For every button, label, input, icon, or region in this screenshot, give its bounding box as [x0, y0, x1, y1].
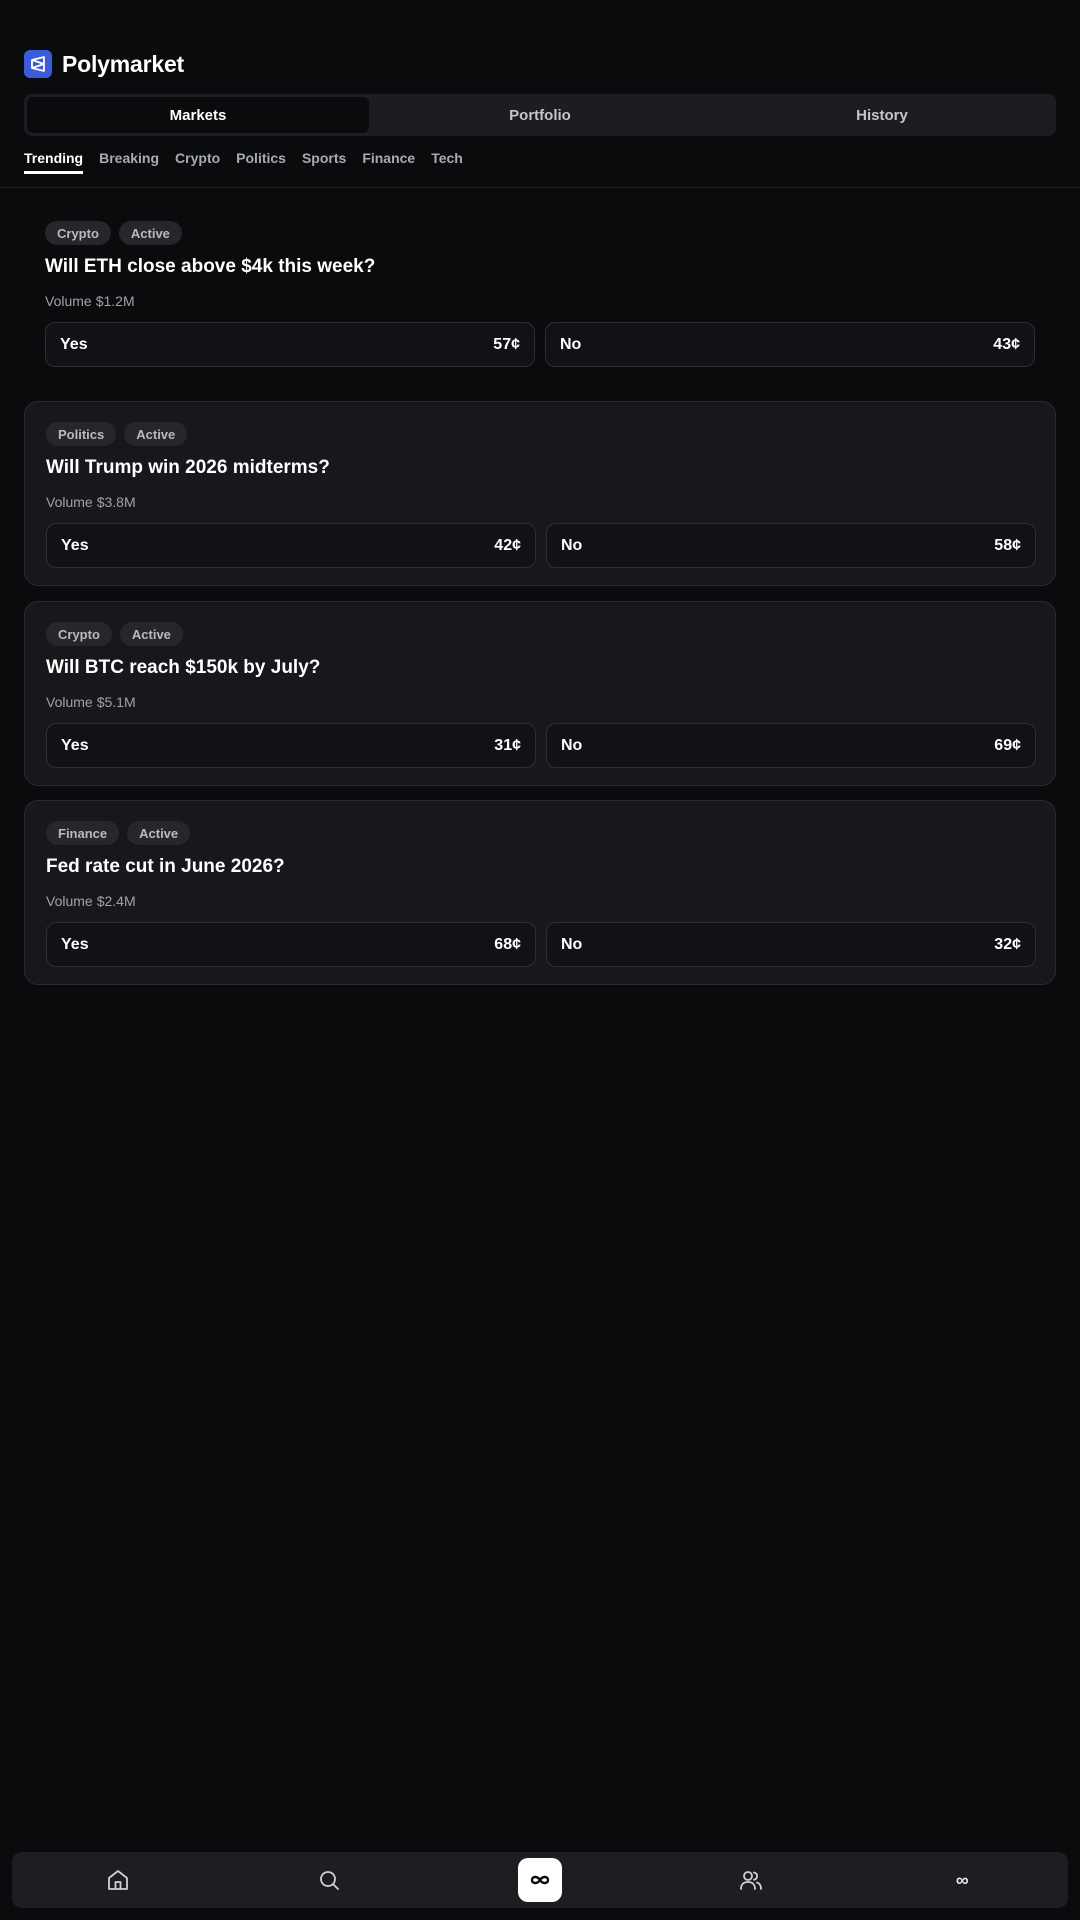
market-outcomes: Yes 57¢ No 43¢ [45, 322, 1035, 367]
market-title: Will Trump win 2026 midterms? [46, 457, 330, 478]
volume-label: Volume [46, 893, 93, 909]
outcome-price: 57¢ [493, 335, 520, 353]
status-badge: Active [119, 622, 183, 646]
outcome-label: Yes [61, 536, 89, 554]
tab-markets[interactable]: Markets [27, 97, 369, 133]
header-divider [0, 187, 1080, 188]
volume-value: $2.4M [96, 893, 136, 909]
outcome-price: 32¢ [994, 935, 1021, 953]
bottom-nav: ∞ [12, 1852, 1068, 1908]
no-button[interactable]: No 43¢ [545, 322, 1035, 367]
category-crypto[interactable]: Crypto [175, 150, 220, 174]
yes-button[interactable]: Yes 31¢ [46, 723, 536, 768]
outcome-price: 58¢ [994, 536, 1021, 554]
market-volume: Volume $1.2M [45, 293, 135, 309]
market-card[interactable]: Crypto Active Will BTC reach $150k by Ju… [24, 601, 1056, 786]
home-icon [107, 1870, 128, 1890]
no-button[interactable]: No 58¢ [546, 523, 1036, 568]
no-button[interactable]: No 32¢ [546, 922, 1036, 967]
market-volume: Volume $3.8M [46, 494, 136, 510]
outcome-label: Yes [61, 736, 89, 754]
infinity-icon [530, 1875, 550, 1885]
search-icon [319, 1871, 339, 1890]
tab-history[interactable]: History [711, 97, 1053, 133]
status-badge: Active [127, 821, 191, 845]
category-trending[interactable]: Trending [24, 150, 84, 174]
volume-label: Volume [45, 293, 92, 309]
volume-value: $5.1M [96, 694, 136, 710]
outcome-label: No [561, 536, 583, 554]
category-badge: Finance [46, 821, 120, 845]
market-tags: Crypto Active [45, 221, 182, 245]
market-title: Will BTC reach $150k by July? [46, 657, 321, 678]
market-outcomes: Yes 42¢ No 58¢ [46, 523, 1036, 568]
nav-users[interactable] [729, 1858, 773, 1902]
outcome-label: No [561, 935, 583, 953]
nav-more[interactable]: ∞ [940, 1858, 984, 1902]
market-volume: Volume $2.4M [46, 893, 136, 909]
status-badge: Active [118, 221, 182, 245]
outcome-price: 68¢ [494, 935, 521, 953]
polymarket-logo-icon [24, 50, 52, 78]
outcome-label: No [560, 335, 582, 353]
market-tags: Politics Active [46, 422, 188, 446]
nav-home[interactable] [96, 1858, 140, 1902]
outcome-label: No [561, 736, 583, 754]
outcome-price: 69¢ [994, 736, 1021, 754]
yes-button[interactable]: Yes 57¢ [45, 322, 535, 367]
nav-infinity[interactable] [517, 1858, 562, 1902]
outcome-price: 42¢ [494, 536, 521, 554]
app-root: Polymarket Markets Portfolio History Tre… [0, 0, 1080, 1920]
volume-label: Volume [46, 694, 93, 710]
outcome-label: Yes [61, 935, 89, 953]
market-title: Will ETH close above $4k this week? [45, 256, 376, 277]
nav-more-label: ∞ [955, 1869, 969, 1890]
nav-search[interactable] [307, 1858, 351, 1902]
no-button[interactable]: No 69¢ [546, 723, 1036, 768]
category-finance[interactable]: Finance [362, 150, 415, 174]
outcome-price: 43¢ [993, 335, 1020, 353]
category-badge: Crypto [46, 622, 112, 646]
outcome-label: Yes [60, 335, 88, 353]
volume-label: Volume [46, 494, 93, 510]
view-switcher: Markets Portfolio History [24, 94, 1056, 136]
app-header: Polymarket [24, 50, 184, 78]
market-tags: Crypto Active [46, 622, 183, 646]
category-sports[interactable]: Sports [302, 150, 346, 174]
market-card[interactable]: Politics Active Will Trump win 2026 midt… [24, 401, 1056, 586]
volume-value: $3.8M [96, 494, 136, 510]
market-card[interactable]: Crypto Active Will ETH close above $4k t… [24, 201, 1056, 386]
category-tech[interactable]: Tech [431, 150, 463, 174]
category-breaking[interactable]: Breaking [99, 150, 159, 174]
yes-button[interactable]: Yes 68¢ [46, 922, 536, 967]
category-politics[interactable]: Politics [236, 150, 286, 174]
yes-button[interactable]: Yes 42¢ [46, 523, 536, 568]
users-icon [740, 1871, 763, 1890]
market-outcomes: Yes 68¢ No 32¢ [46, 922, 1036, 967]
category-tabs: Trending Breaking Crypto Politics Sports… [24, 150, 463, 174]
market-title: Fed rate cut in June 2026? [46, 856, 285, 877]
category-badge: Crypto [45, 221, 111, 245]
volume-value: $1.2M [95, 293, 135, 309]
market-volume: Volume $5.1M [46, 694, 136, 710]
market-card[interactable]: Finance Active Fed rate cut in June 2026… [24, 800, 1056, 985]
app-title: Polymarket [62, 50, 185, 77]
market-tags: Finance Active [46, 821, 191, 845]
market-outcomes: Yes 31¢ No 69¢ [46, 723, 1036, 768]
category-badge: Politics [46, 422, 117, 446]
tab-portfolio[interactable]: Portfolio [369, 97, 711, 133]
status-badge: Active [124, 422, 188, 446]
outcome-price: 31¢ [494, 736, 521, 754]
